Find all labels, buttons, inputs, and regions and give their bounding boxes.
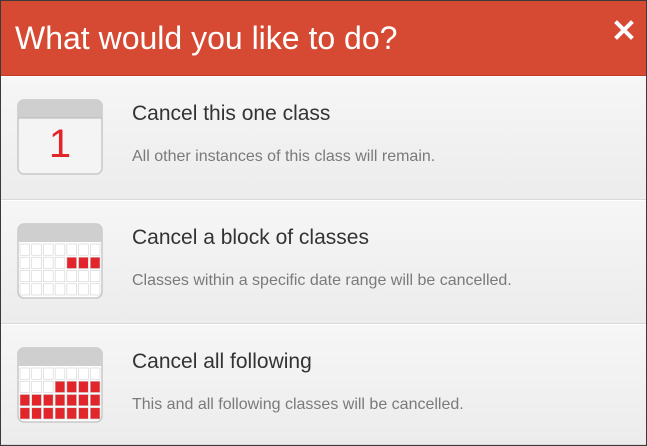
- dialog-header: What would you like to do?: [1, 1, 646, 76]
- calendar-cell: [43, 367, 54, 380]
- calendar-cell: [43, 283, 54, 296]
- calendar-cell: [54, 380, 66, 393]
- calendar-cell: [54, 243, 66, 256]
- calendar-cell: [89, 394, 101, 407]
- calendar-cell: [78, 407, 89, 420]
- calendar-cell: [19, 380, 31, 393]
- calendar-cell: [66, 243, 77, 256]
- calendar-cell: [78, 243, 89, 256]
- calendar-cell: [66, 394, 77, 407]
- calendar-cell: [66, 367, 77, 380]
- calendar-cell: [54, 270, 66, 283]
- calendar-cell: [19, 367, 31, 380]
- calendar-cell: [31, 270, 42, 283]
- option-description: Classes within a specific date range wil…: [132, 272, 512, 289]
- option-cancel-all-following[interactable]: Cancel all following This and all follow…: [1, 324, 646, 445]
- calendar-cell: [78, 283, 89, 296]
- calendar-cell: [89, 243, 101, 256]
- calendar-cell: [19, 394, 31, 407]
- calendar-cell: [43, 394, 54, 407]
- calendar-cell: [43, 243, 54, 256]
- calendar-cell: [89, 270, 101, 283]
- option-title: Cancel this one class: [132, 102, 331, 125]
- option-title: Cancel all following: [132, 350, 312, 373]
- calendar-cell: [31, 243, 42, 256]
- calendar-cell: [66, 256, 77, 269]
- calendar-cell: [78, 394, 89, 407]
- calendar-all-following-icon: [17, 347, 103, 423]
- calendar-cell: [31, 283, 42, 296]
- option-description: All other instances of this class will r…: [132, 148, 436, 165]
- calendar-cell: [66, 270, 77, 283]
- calendar-cell: [54, 256, 66, 269]
- close-button[interactable]: [607, 13, 641, 47]
- calendar-cell: [31, 367, 42, 380]
- calendar-day-number: 1: [49, 122, 71, 166]
- option-cancel-one-class[interactable]: 1 Cancel this one class All other instan…: [1, 76, 646, 200]
- calendar-cell: [89, 367, 101, 380]
- calendar-cell: [43, 380, 54, 393]
- calendar-cell: [19, 256, 31, 269]
- option-description: This and all following classes will be c…: [132, 396, 464, 413]
- calendar-cell: [54, 367, 66, 380]
- option-title: Cancel a block of classes: [132, 226, 369, 249]
- calendar-cell: [54, 283, 66, 296]
- close-icon: [614, 20, 634, 40]
- calendar-cell: [31, 394, 42, 407]
- calendar-cell: [19, 270, 31, 283]
- calendar-cell: [89, 380, 101, 393]
- calendar-single-day-icon: 1: [17, 99, 103, 175]
- cancel-class-dialog: What would you like to do? 1 Cancel this…: [0, 0, 647, 446]
- calendar-cell: [43, 270, 54, 283]
- calendar-cell: [66, 407, 77, 420]
- calendar-cell: [89, 407, 101, 420]
- calendar-cell: [31, 407, 42, 420]
- calendar-cell: [19, 243, 31, 256]
- option-cancel-block[interactable]: Cancel a block of classes Classes within…: [1, 200, 646, 324]
- calendar-cell: [66, 380, 77, 393]
- calendar-cell: [66, 283, 77, 296]
- calendar-cell: [78, 380, 89, 393]
- calendar-cell: [78, 367, 89, 380]
- calendar-cell: [89, 256, 101, 269]
- calendar-cell: [31, 380, 42, 393]
- calendar-cell: [31, 256, 42, 269]
- calendar-cell: [19, 283, 31, 296]
- calendar-cell: [54, 407, 66, 420]
- calendar-cell: [54, 394, 66, 407]
- calendar-block-icon: [17, 223, 103, 299]
- calendar-cell: [43, 407, 54, 420]
- calendar-cell: [19, 407, 31, 420]
- calendar-cell: [78, 270, 89, 283]
- dialog-title: What would you like to do?: [15, 20, 398, 56]
- calendar-cell: [43, 256, 54, 269]
- calendar-cell: [78, 256, 89, 269]
- calendar-cell: [89, 283, 101, 296]
